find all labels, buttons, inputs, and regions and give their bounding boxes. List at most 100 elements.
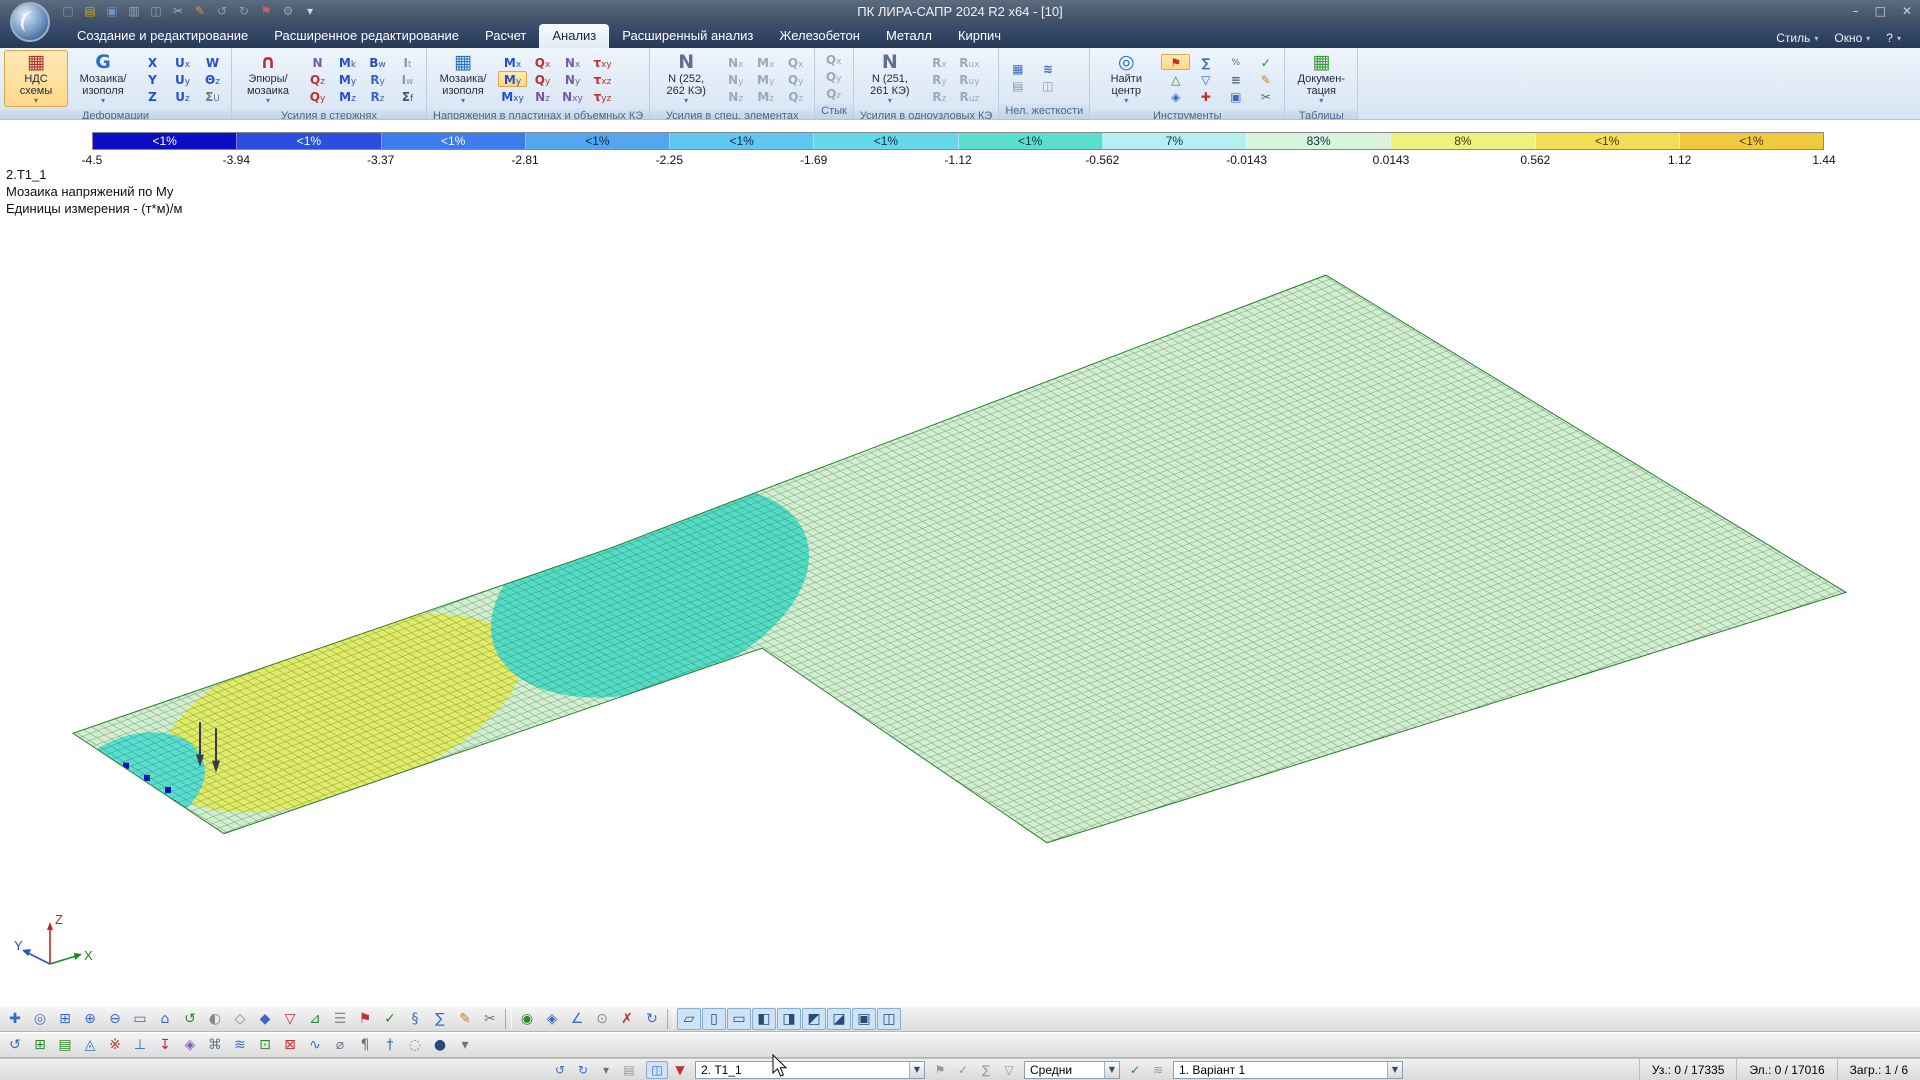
show-nodes-icon[interactable]: ※ [103, 1034, 127, 1056]
filter-values-icon[interactable]: ▽ [998, 1061, 1020, 1079]
chevron-down-icon[interactable]: ▼ [1104, 1061, 1119, 1078]
clip-bottom-icon[interactable]: ◪ [827, 1008, 851, 1030]
clip-right-icon[interactable]: ◨ [777, 1008, 801, 1030]
dimetry-icon[interactable]: ◫ [877, 1008, 901, 1030]
pan-icon[interactable]: ✚ [3, 1008, 27, 1030]
ribbon-letter-button[interactable]: Iw [393, 71, 422, 87]
flags-icon[interactable]: ⚑ [353, 1008, 377, 1030]
ribbon-letter-button[interactable]: X [138, 54, 167, 70]
result-back-icon[interactable]: ↺ [549, 1061, 571, 1079]
triangulate-icon[interactable]: ◬ [78, 1034, 102, 1056]
ribbon-letter-button[interactable]: Nx [721, 54, 750, 70]
point-icon[interactable]: ● [428, 1034, 452, 1056]
projection-xz-icon[interactable]: ▯ [702, 1008, 726, 1030]
chevron-down-icon[interactable]: ▼ [1387, 1061, 1402, 1078]
layers-icon[interactable]: ☰ [328, 1008, 352, 1030]
ribbon-letter-button[interactable]: Z [138, 88, 167, 104]
ribbon-letter-button[interactable]: Θz [198, 71, 227, 87]
ribbon-letter-button[interactable]: Ruz [955, 88, 984, 104]
ribbon-tab[interactable]: Железобетон [766, 24, 873, 48]
result-forward-icon[interactable]: ↻ [572, 1061, 594, 1079]
ribbon-letter-button[interactable]: Uz [168, 88, 197, 104]
ribbon-letter-button[interactable]: τxy [588, 54, 617, 70]
isofields-icon[interactable]: ◈ [1161, 88, 1190, 104]
section-cut-icon[interactable]: ✂ [1251, 88, 1280, 104]
diameter-icon[interactable]: ⌀ [328, 1034, 352, 1056]
app-logo-icon[interactable] [10, 2, 50, 42]
apply-icon[interactable]: ✓ [378, 1008, 402, 1030]
ribbon-letter-button[interactable]: Nz [721, 88, 750, 104]
values-list-icon[interactable]: ≡ [1221, 71, 1250, 87]
local-axes-icon[interactable]: △ [1161, 71, 1190, 87]
ribbon-tab[interactable]: Кирпич [945, 24, 1014, 48]
window-menu-item[interactable]: ? ▾ [1879, 28, 1908, 48]
ribbon-letter-button[interactable]: N [303, 54, 332, 70]
projection-xy-icon[interactable]: ▱ [677, 1008, 701, 1030]
ribbon-letter-button[interactable]: Ruy [955, 71, 984, 87]
percent-icon[interactable]: % [1221, 54, 1250, 70]
ghost-view-icon[interactable]: ◌ [403, 1034, 427, 1056]
clip-top-icon[interactable]: ◩ [802, 1008, 826, 1030]
ribbon-letter-button[interactable]: Uy [168, 71, 197, 87]
ribbon-letter-button[interactable]: Mxy [498, 88, 527, 104]
show-values-icon[interactable]: ⚑ [929, 1061, 951, 1079]
ribbon-letter-button[interactable]: Ny [721, 71, 750, 87]
ribbon-letter-button[interactable]: τxz [588, 71, 617, 87]
groups-icon[interactable]: ⌘ [203, 1034, 227, 1056]
zoom-dynamic-icon[interactable]: ◎ [28, 1008, 52, 1030]
shaded-view-icon[interactable]: ◆ [253, 1008, 277, 1030]
redo-view-icon[interactable]: ↻ [640, 1008, 664, 1030]
plate-mosaic-button[interactable]: ▦ Мозаика/ изополя ▾ [431, 50, 495, 107]
ribbon-letter-button[interactable]: Qz [781, 88, 810, 104]
smoothing-icon[interactable]: ≋ [1147, 1061, 1169, 1079]
ribbon-letter-button[interactable]: It [393, 54, 422, 70]
smooth-mesh-icon[interactable]: ≋ [228, 1034, 252, 1056]
customize-quick-access-icon[interactable]: ▾ [300, 2, 320, 20]
mosaic-combo[interactable]: 2. Т1_1 ▼ [695, 1060, 925, 1079]
ribbon-letter-button[interactable]: Nx [558, 54, 587, 70]
plate-icon[interactable]: ⊡ [253, 1034, 277, 1056]
table-edit-icon[interactable]: ▤ [53, 1034, 77, 1056]
add-icon[interactable]: ✚ [1191, 88, 1220, 104]
ribbon-letter-button[interactable]: Qz [819, 85, 848, 101]
mosaic-dropdown-icon[interactable]: ▼ [669, 1061, 691, 1079]
ribbon-letter-button[interactable]: Rz [925, 88, 954, 104]
diagrams-mosaic-button[interactable]: ∩ Эпюры/ мозаика ▾ [236, 50, 300, 107]
ribbon-tab[interactable]: Создание и редактирование [64, 24, 261, 48]
open-file-icon[interactable]: ▤ [80, 2, 100, 20]
select-elements-icon[interactable]: ◈ [540, 1008, 564, 1030]
select-nodes-icon[interactable]: ◉ [515, 1008, 539, 1030]
ribbon-letter-button[interactable]: Qx [528, 54, 557, 70]
flag-show-icon[interactable]: ⚑ [1161, 53, 1191, 70]
result-list-icon[interactable]: ▾ [595, 1061, 617, 1079]
delete-icon[interactable]: ⊠ [278, 1034, 302, 1056]
save-icon[interactable]: ▣ [102, 2, 122, 20]
clip-left-icon[interactable]: ◧ [752, 1008, 776, 1030]
ribbon-letter-button[interactable]: Qz [303, 71, 332, 87]
ribbon-letter-button[interactable]: Y [138, 71, 167, 87]
ribbon-letter-button[interactable]: Qy [528, 71, 557, 87]
ribbon-letter-button[interactable]: My [333, 71, 362, 87]
measure-icon[interactable]: ∠ [565, 1008, 589, 1030]
zoom-window-icon[interactable]: ⊞ [53, 1008, 77, 1030]
undo-icon[interactable]: ↺ [3, 1034, 27, 1056]
apply-mosaic-icon[interactable]: ✓ [952, 1061, 974, 1079]
filter-icon[interactable]: ▽ [278, 1008, 302, 1030]
mosaic-type-icon[interactable]: ◫ [646, 1060, 668, 1079]
redo-icon[interactable]: ↻ [234, 2, 254, 20]
ribbon-letter-button[interactable]: Ry [363, 71, 392, 87]
ribbon-letter-button[interactable]: W [198, 54, 227, 70]
deselect-icon[interactable]: ✗ [615, 1008, 639, 1030]
stiffness-isofields-icon[interactable]: ≋ [1033, 60, 1062, 76]
documentation-button[interactable]: ▦ Докумен- тация ▾ [1289, 50, 1353, 107]
ribbon-letter-button[interactable]: Ux [168, 54, 197, 70]
chevron-down-icon[interactable]: ▼ [909, 1061, 924, 1078]
cut-icon[interactable]: ✂ [478, 1008, 502, 1030]
ribbon-letter-button[interactable]: Mx [751, 54, 780, 70]
nds-schemes-button[interactable]: ▦ НДС схемы ▾ [4, 50, 68, 107]
maximize-icon[interactable]: □ [1875, 4, 1886, 18]
initial-view-icon[interactable]: ⌂ [153, 1008, 177, 1030]
close-icon[interactable]: ✕ [1902, 4, 1912, 18]
loadcase-combo[interactable]: 1. Варіант 1 ▼ [1173, 1060, 1403, 1079]
zoom-out-icon[interactable]: ⊖ [103, 1008, 127, 1030]
